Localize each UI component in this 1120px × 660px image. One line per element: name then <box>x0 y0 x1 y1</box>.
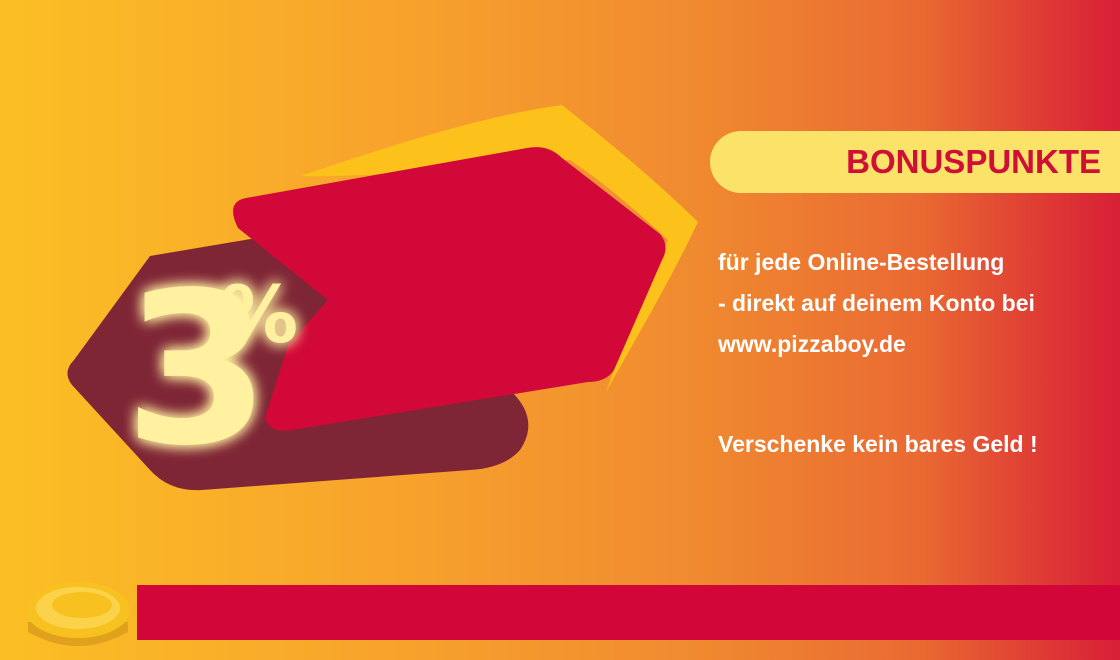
discount-unit: % <box>220 271 298 361</box>
description-line-2: - direkt auf deinem Konto bei <box>718 290 1035 316</box>
website-url: www.pizzaboy.de <box>718 331 906 357</box>
bonus-header-pill: BONUSPUNKTE <box>710 131 1120 193</box>
slogan-text: Verschenke kein bares Geld ! <box>718 431 1038 457</box>
coin-icon <box>26 582 130 646</box>
promo-banner: 3 % BONUSPUNKTE für jede Online-Bestellu… <box>0 0 1120 660</box>
bonus-description: für jede Online-Bestellung - direkt auf … <box>718 242 1108 365</box>
bonus-header-label: BONUSPUNKTE <box>846 143 1101 180</box>
bottom-bar <box>137 585 1120 640</box>
description-line-1: für jede Online-Bestellung <box>718 249 1005 275</box>
